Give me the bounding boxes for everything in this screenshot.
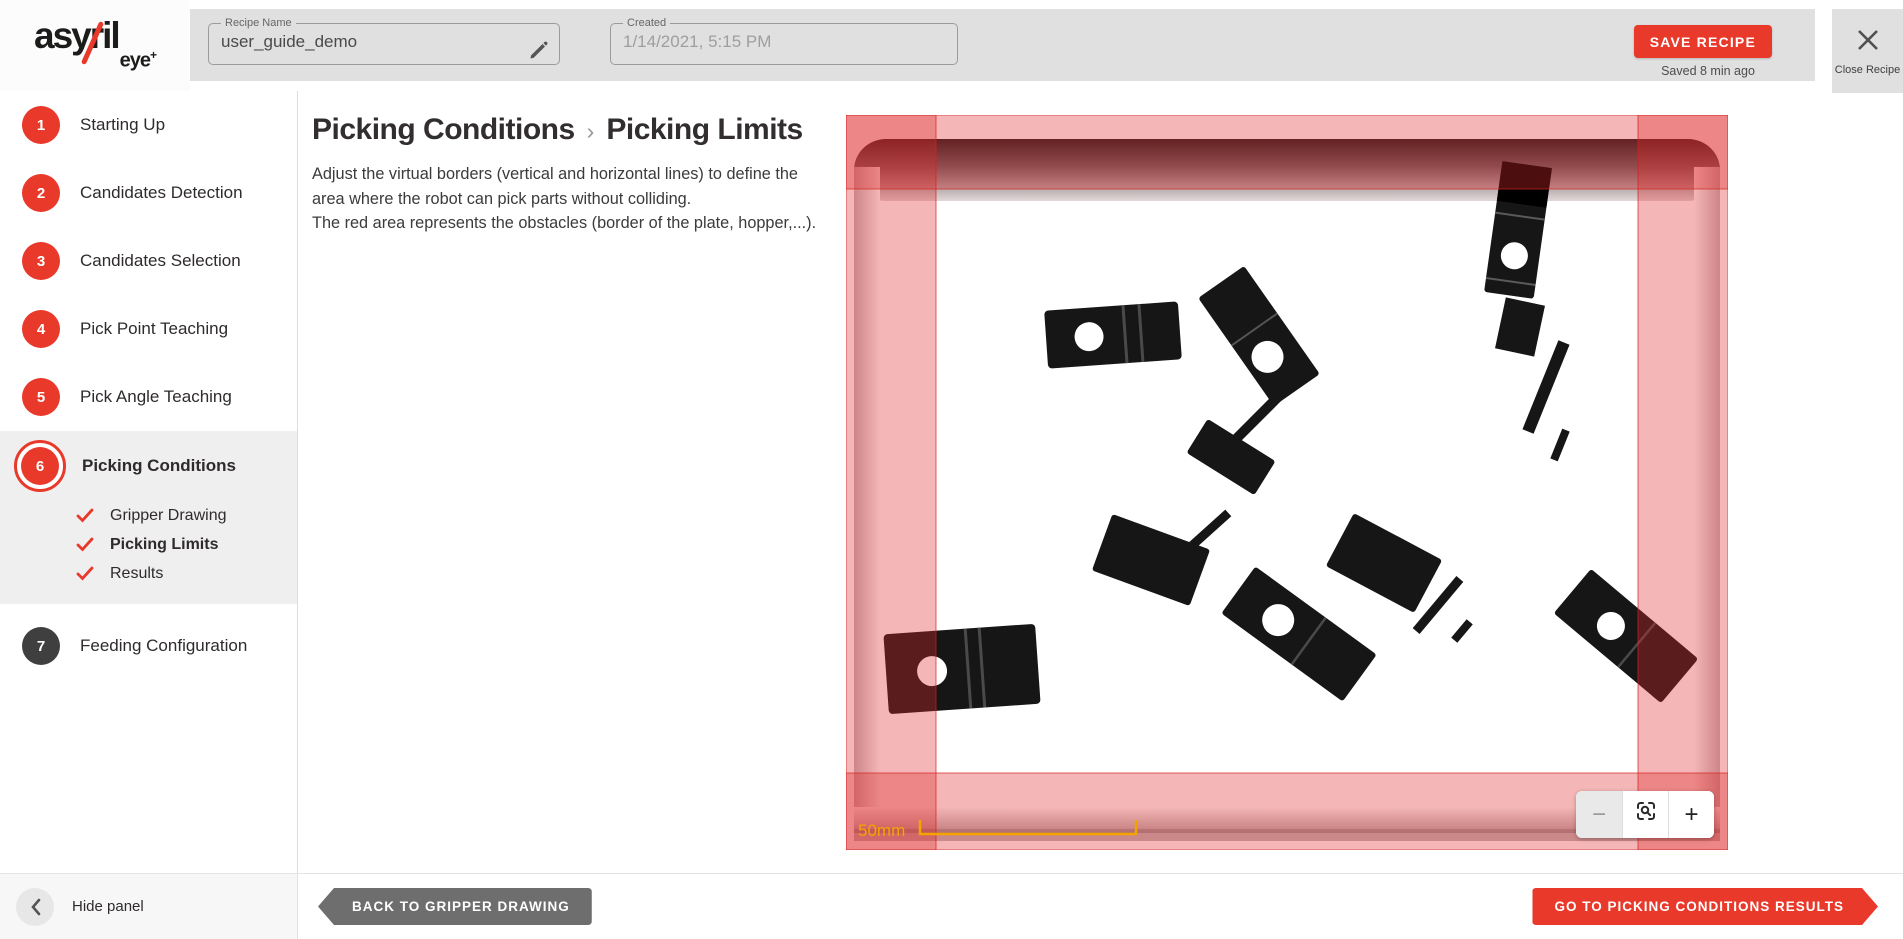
- recipe-name-value[interactable]: user_guide_demo: [221, 30, 547, 54]
- sidebar-item-label: Picking Conditions: [82, 456, 236, 476]
- active-step-section: 6 Picking Conditions Gripper Drawing Pickin…: [0, 431, 297, 604]
- step-number-badge: 2: [22, 174, 60, 212]
- hide-panel-button[interactable]: Hide panel: [0, 874, 298, 939]
- sidebar-subitem-label: Results: [110, 565, 163, 583]
- step-number-badge: 3: [22, 242, 60, 280]
- check-icon: [76, 537, 102, 552]
- step-number-badge: 4: [22, 310, 60, 348]
- step-number-badge: 6: [21, 447, 59, 485]
- hide-panel-label: Hide panel: [72, 898, 144, 915]
- bottom-action-bar: Hide panel BACK TO GRIPPER DRAWING GO TO…: [0, 873, 1903, 938]
- edit-recipe-name-button[interactable]: [525, 39, 551, 65]
- close-recipe-label: Close Recipe: [1835, 64, 1900, 76]
- created-field: Created 1/14/2021, 5:15 PM: [610, 17, 958, 65]
- breadcrumb-current: Picking Limits: [606, 113, 802, 146]
- page-description: Adjust the virtual borders (vertical and…: [312, 162, 820, 236]
- recipe-name-label: Recipe Name: [221, 17, 296, 29]
- zoom-controls: − +: [1576, 791, 1714, 838]
- camera-image[interactable]: 50mm: [846, 115, 1728, 850]
- recipe-header-panel: Recipe Name user_guide_demo Created 1/14…: [190, 9, 1815, 81]
- brand-logo: asyril eye+: [0, 0, 190, 91]
- breadcrumb-parent: Picking Conditions: [312, 113, 575, 146]
- save-recipe-button[interactable]: SAVE RECIPE: [1634, 25, 1772, 58]
- chevron-right-icon: ›: [587, 118, 595, 144]
- sidebar-subitem-picking-limits[interactable]: Picking Limits: [0, 530, 297, 559]
- pencil-icon: [527, 50, 549, 65]
- back-to-gripper-drawing-button[interactable]: BACK TO GRIPPER DRAWING: [318, 888, 592, 925]
- brand-sub-plus: +: [150, 48, 156, 62]
- scale-label: 50mm: [858, 821, 905, 840]
- sidebar-item-label: Candidates Detection: [80, 183, 243, 203]
- check-icon: [76, 508, 102, 523]
- created-label: Created: [623, 17, 670, 29]
- zoom-fit-icon: [1634, 799, 1658, 830]
- sidebar-item-label: Pick Point Teaching: [80, 319, 228, 339]
- zoom-out-button[interactable]: −: [1576, 791, 1622, 838]
- description-line-1: Adjust the virtual borders (vertical and…: [312, 162, 820, 211]
- sidebar-item-label: Feeding Configuration: [80, 636, 247, 656]
- sidebar-item-feeding-configuration[interactable]: 7 Feeding Configuration: [0, 612, 297, 680]
- sidebar-item-picking-conditions[interactable]: 6 Picking Conditions: [0, 431, 297, 501]
- close-icon: [1854, 26, 1882, 59]
- zoom-fit-button[interactable]: [1622, 791, 1668, 838]
- sidebar-subitem-label: Gripper Drawing: [110, 507, 226, 525]
- header-bar: asyril eye+ Recipe Name user_guide_demo …: [0, 0, 1903, 91]
- zoom-in-button[interactable]: +: [1668, 791, 1714, 838]
- step-number-badge: 1: [22, 106, 60, 144]
- sidebar-steps: 1 Starting Up 2 Candidates Detection 3 Candid…: [0, 91, 297, 680]
- sidebar-item-label: Pick Angle Teaching: [80, 387, 232, 407]
- page-title: Picking Conditions › Picking Limits: [312, 113, 803, 147]
- chevron-left-icon: [16, 888, 54, 926]
- saved-status: Saved 8 min ago: [1644, 64, 1772, 78]
- check-icon: [76, 566, 102, 581]
- sidebar-subitem-label: Picking Limits: [110, 536, 218, 554]
- description-line-2: The red area represents the obstacles (b…: [312, 211, 820, 236]
- step-number-badge: 5: [22, 378, 60, 416]
- step-number-badge: 7: [22, 627, 60, 665]
- steps-sidebar: 1 Starting Up 2 Candidates Detection 3 Candid…: [0, 91, 298, 873]
- plate-background: [846, 115, 1728, 850]
- sidebar-item-pick-point-teaching[interactable]: 4 Pick Point Teaching: [0, 295, 297, 363]
- close-recipe-button[interactable]: Close Recipe: [1832, 9, 1903, 93]
- sidebar-item-candidates-selection[interactable]: 3 Candidates Selection: [0, 227, 297, 295]
- recipe-name-field[interactable]: Recipe Name user_guide_demo: [208, 17, 560, 65]
- camera-viewer[interactable]: 50mm − +: [846, 115, 1728, 850]
- sidebar-item-pick-angle-teaching[interactable]: 5 Pick Angle Teaching: [0, 363, 297, 431]
- sidebar-subitem-gripper-drawing[interactable]: Gripper Drawing: [0, 501, 297, 530]
- sidebar-item-starting-up[interactable]: 1 Starting Up: [0, 91, 297, 159]
- step-ring: 6: [14, 440, 66, 492]
- sidebar-subitem-results[interactable]: Results: [0, 559, 297, 588]
- brand-sub: eye: [120, 50, 150, 72]
- sidebar-item-label: Candidates Selection: [80, 251, 241, 271]
- sidebar-item-candidates-detection[interactable]: 2 Candidates Detection: [0, 159, 297, 227]
- go-to-picking-conditions-results-button[interactable]: GO TO PICKING CONDITIONS RESULTS: [1532, 888, 1878, 925]
- created-value: 1/14/2021, 5:15 PM: [623, 30, 945, 54]
- sidebar-item-label: Starting Up: [80, 115, 165, 135]
